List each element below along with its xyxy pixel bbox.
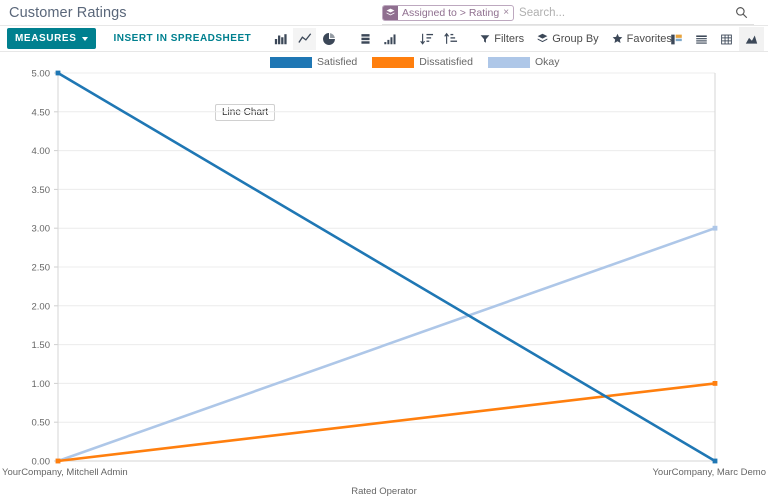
control-panel-bottom: MEASURES INSERT IN SPREADSHEET Filters G… bbox=[0, 26, 768, 52]
search-view: Assigned to > Rating × bbox=[382, 1, 754, 25]
chart-type-toolbar bbox=[269, 27, 462, 50]
groupby-menu[interactable]: Group By bbox=[537, 32, 599, 45]
y-axis-tick-label: 3.00 bbox=[32, 224, 51, 235]
y-axis-tick-label: 2.00 bbox=[32, 301, 51, 312]
y-axis-tick-label: 5.00 bbox=[32, 69, 51, 80]
y-axis-tick-label: 4.50 bbox=[32, 107, 51, 118]
sort-descending-icon[interactable] bbox=[415, 28, 438, 50]
control-panel-menus: Filters Group By Favorites bbox=[480, 33, 672, 45]
graph-renderer: Satisfied Dissatisfied Okay Line Chart 0… bbox=[0, 52, 768, 501]
list-view-icon[interactable] bbox=[689, 27, 714, 51]
line-chart-icon[interactable] bbox=[293, 27, 317, 50]
data-point[interactable] bbox=[712, 225, 718, 231]
y-axis-tick-label: 4.00 bbox=[32, 146, 51, 157]
search-icon[interactable] bbox=[728, 6, 754, 19]
y-axis-tick-label: 0.00 bbox=[32, 457, 51, 468]
pivot-view-icon[interactable] bbox=[714, 27, 739, 51]
data-point[interactable] bbox=[55, 458, 61, 464]
chart-canvas[interactable]: 0.00 0.50 1.00 1.50 2.00 2.50 3.00 3.50 4.00 4.50… bbox=[0, 52, 768, 472]
kanban-view-icon[interactable] bbox=[664, 27, 689, 51]
bar-chart-icon[interactable] bbox=[269, 28, 292, 50]
descending-bars-icon[interactable] bbox=[378, 28, 401, 50]
data-point[interactable] bbox=[712, 458, 718, 464]
filter-icon bbox=[480, 34, 490, 43]
insert-in-spreadsheet-button[interactable]: INSERT IN SPREADSHEET bbox=[113, 33, 251, 44]
breadcrumb: Customer Ratings bbox=[9, 4, 127, 21]
data-point[interactable] bbox=[55, 70, 61, 76]
graph-view-icon[interactable] bbox=[739, 27, 764, 51]
group-by-icon bbox=[383, 5, 398, 20]
view-switcher bbox=[664, 26, 764, 52]
search-facet[interactable]: Assigned to > Rating × bbox=[382, 4, 515, 21]
x-axis-tick-label: YourCompany, Marc Demo bbox=[652, 467, 766, 478]
graph-view-page: Customer Ratings Assigned to > Rating × bbox=[0, 0, 768, 501]
stacked-icon[interactable] bbox=[354, 28, 377, 50]
y-axis-tick-label: 0.50 bbox=[32, 418, 51, 429]
filters-menu[interactable]: Filters bbox=[480, 33, 524, 45]
star-icon bbox=[612, 33, 622, 43]
favorites-menu[interactable]: Favorites bbox=[612, 33, 672, 45]
control-panel-top: Customer Ratings Assigned to > Rating × bbox=[0, 0, 768, 26]
groupby-label: Group By bbox=[552, 32, 599, 45]
measures-button[interactable]: MEASURES bbox=[7, 28, 97, 49]
y-axis-tick-label: 2.50 bbox=[32, 263, 51, 274]
chevron-down-icon bbox=[82, 36, 89, 41]
search-input[interactable] bbox=[519, 3, 728, 22]
pie-chart-icon[interactable] bbox=[317, 28, 340, 50]
search-facet-label: Assigned to > Rating bbox=[402, 6, 500, 19]
x-axis-title: Rated Operator bbox=[351, 486, 417, 497]
y-axis-tick-label: 1.50 bbox=[32, 340, 51, 351]
measures-label: MEASURES bbox=[15, 33, 77, 44]
x-axis-tick-label: YourCompany, Mitchell Admin bbox=[2, 467, 128, 478]
data-point[interactable] bbox=[712, 381, 718, 386]
groupby-icon bbox=[537, 33, 548, 43]
sort-ascending-icon[interactable] bbox=[439, 28, 462, 50]
y-axis-tick-label: 1.00 bbox=[32, 379, 51, 390]
y-axis-tick-label: 3.50 bbox=[32, 185, 51, 196]
search-facet-remove-icon[interactable]: × bbox=[502, 6, 513, 20]
filters-label: Filters bbox=[494, 32, 525, 45]
